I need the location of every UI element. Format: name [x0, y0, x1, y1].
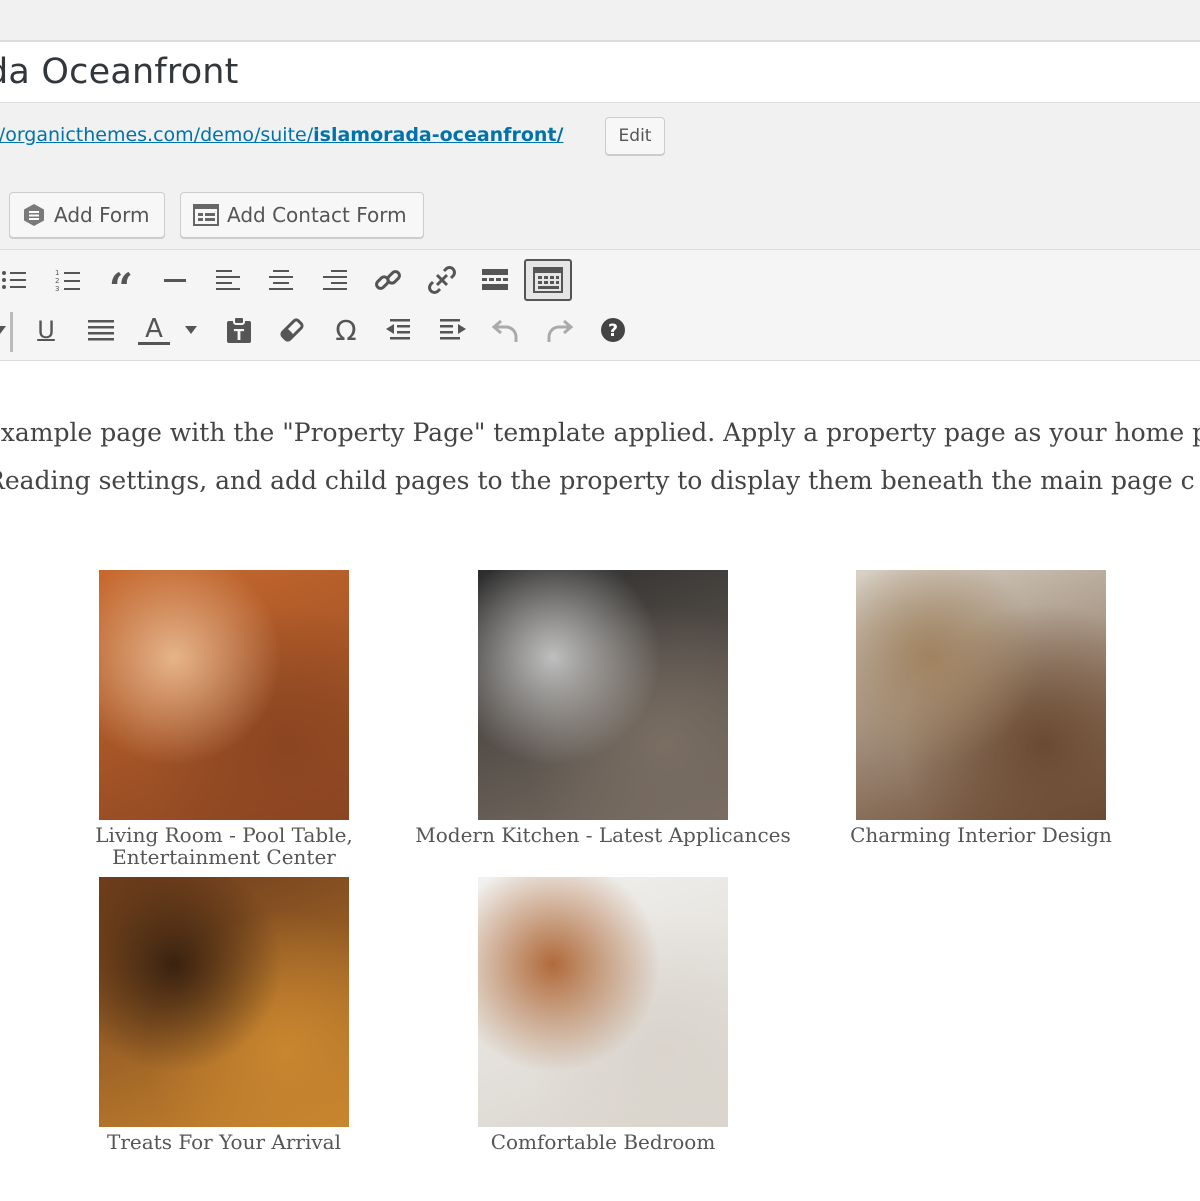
gallery-item[interactable]: Treats For Your Arrival [34, 877, 414, 1153]
gallery-caption: Modern Kitchen - Latest Applicances [415, 823, 791, 847]
remove-link-icon[interactable] [424, 262, 460, 298]
svg-text:T: T [234, 326, 245, 344]
paste-text-icon[interactable]: T [221, 312, 257, 348]
svg-text:2: 2 [55, 277, 59, 285]
gallery-thumbnail[interactable] [99, 877, 349, 1127]
permalink-slug: islamorada-oceanfront/ [313, 124, 564, 146]
clear-formatting-icon[interactable] [274, 312, 310, 348]
form-icon [22, 203, 46, 227]
justify-icon[interactable] [83, 312, 119, 348]
editor-content[interactable]: example page with the "Property Page" te… [0, 361, 1200, 1201]
numbered-list-icon[interactable]: 123 [50, 262, 86, 298]
gallery-thumbnail[interactable] [99, 570, 349, 820]
content-line-2: Reading settings, and add child pages to… [0, 466, 1195, 495]
text-color-dropdown-icon[interactable] [176, 312, 206, 348]
gallery-thumbnail[interactable] [478, 877, 728, 1127]
indent-icon[interactable] [435, 312, 471, 348]
gallery-item[interactable]: Living Room - Pool Table, Entertainment … [34, 570, 414, 868]
gallery-caption: Charming Interior Design [850, 823, 1112, 847]
gallery-caption: Treats For Your Arrival [107, 1130, 341, 1154]
bullet-list-icon[interactable] [0, 262, 32, 298]
add-contact-form-label: Add Contact Form [227, 203, 407, 227]
add-contact-form-button[interactable]: Add Contact Form [180, 192, 424, 238]
editor-toolbar: 123 “ U A T Ω ? [0, 250, 1200, 361]
top-bar [0, 0, 1200, 41]
align-center-icon[interactable] [263, 262, 299, 298]
permalink-prefix: ://organicthemes.com/demo/suite/ [0, 124, 314, 146]
add-form-button[interactable]: Add Form [9, 192, 165, 238]
read-more-icon[interactable] [477, 262, 513, 298]
gallery-item[interactable]: Charming Interior Design [791, 570, 1171, 846]
help-glyph: ? [608, 321, 618, 341]
help-icon[interactable]: ? [595, 312, 631, 348]
text-color-swatch [138, 341, 170, 345]
align-right-icon[interactable] [317, 262, 353, 298]
redo-icon[interactable] [541, 312, 577, 348]
align-left-icon[interactable] [210, 262, 246, 298]
gallery-item[interactable]: Comfortable Bedroom [413, 877, 793, 1153]
gallery-thumbnail[interactable] [856, 570, 1106, 820]
blockquote-icon[interactable]: “ [103, 262, 139, 310]
special-character-icon[interactable]: Ω [328, 312, 364, 348]
title-field[interactable]: da Oceanfront [0, 41, 1200, 103]
permalink-row: ://organicthemes.com/demo/suite/islamora… [0, 110, 1200, 160]
permalink-edit-button[interactable]: Edit [605, 117, 665, 155]
gallery-item[interactable]: Modern Kitchen - Latest Applicances [413, 570, 793, 846]
insert-link-icon[interactable] [370, 262, 406, 298]
gallery-thumbnail[interactable] [478, 570, 728, 820]
horizontal-line-icon[interactable] [157, 262, 193, 298]
outdent-icon[interactable] [381, 312, 417, 348]
toolbar-toggle-icon[interactable] [524, 259, 572, 301]
gallery-caption: Living Room - Pool Table, Entertainment … [95, 823, 353, 869]
post-title[interactable]: da Oceanfront [0, 52, 239, 92]
editor: 123 “ U A T Ω ? example page with the "P… [0, 249, 1200, 1201]
contact-form-icon [193, 204, 219, 226]
svg-text:3: 3 [55, 285, 59, 292]
gallery-caption: Comfortable Bedroom [490, 1130, 716, 1154]
underline-icon[interactable]: U [28, 312, 64, 348]
text-color-icon[interactable]: A [136, 312, 172, 348]
content-line-1: example page with the "Property Page" te… [0, 418, 1200, 447]
svg-text:1: 1 [55, 269, 59, 277]
permalink-link[interactable]: ://organicthemes.com/demo/suite/islamora… [0, 124, 563, 146]
text-color-glyph: A [145, 313, 163, 344]
add-form-label: Add Form [54, 203, 150, 227]
undo-icon[interactable] [488, 312, 524, 348]
format-dropdown-edge [10, 312, 13, 352]
